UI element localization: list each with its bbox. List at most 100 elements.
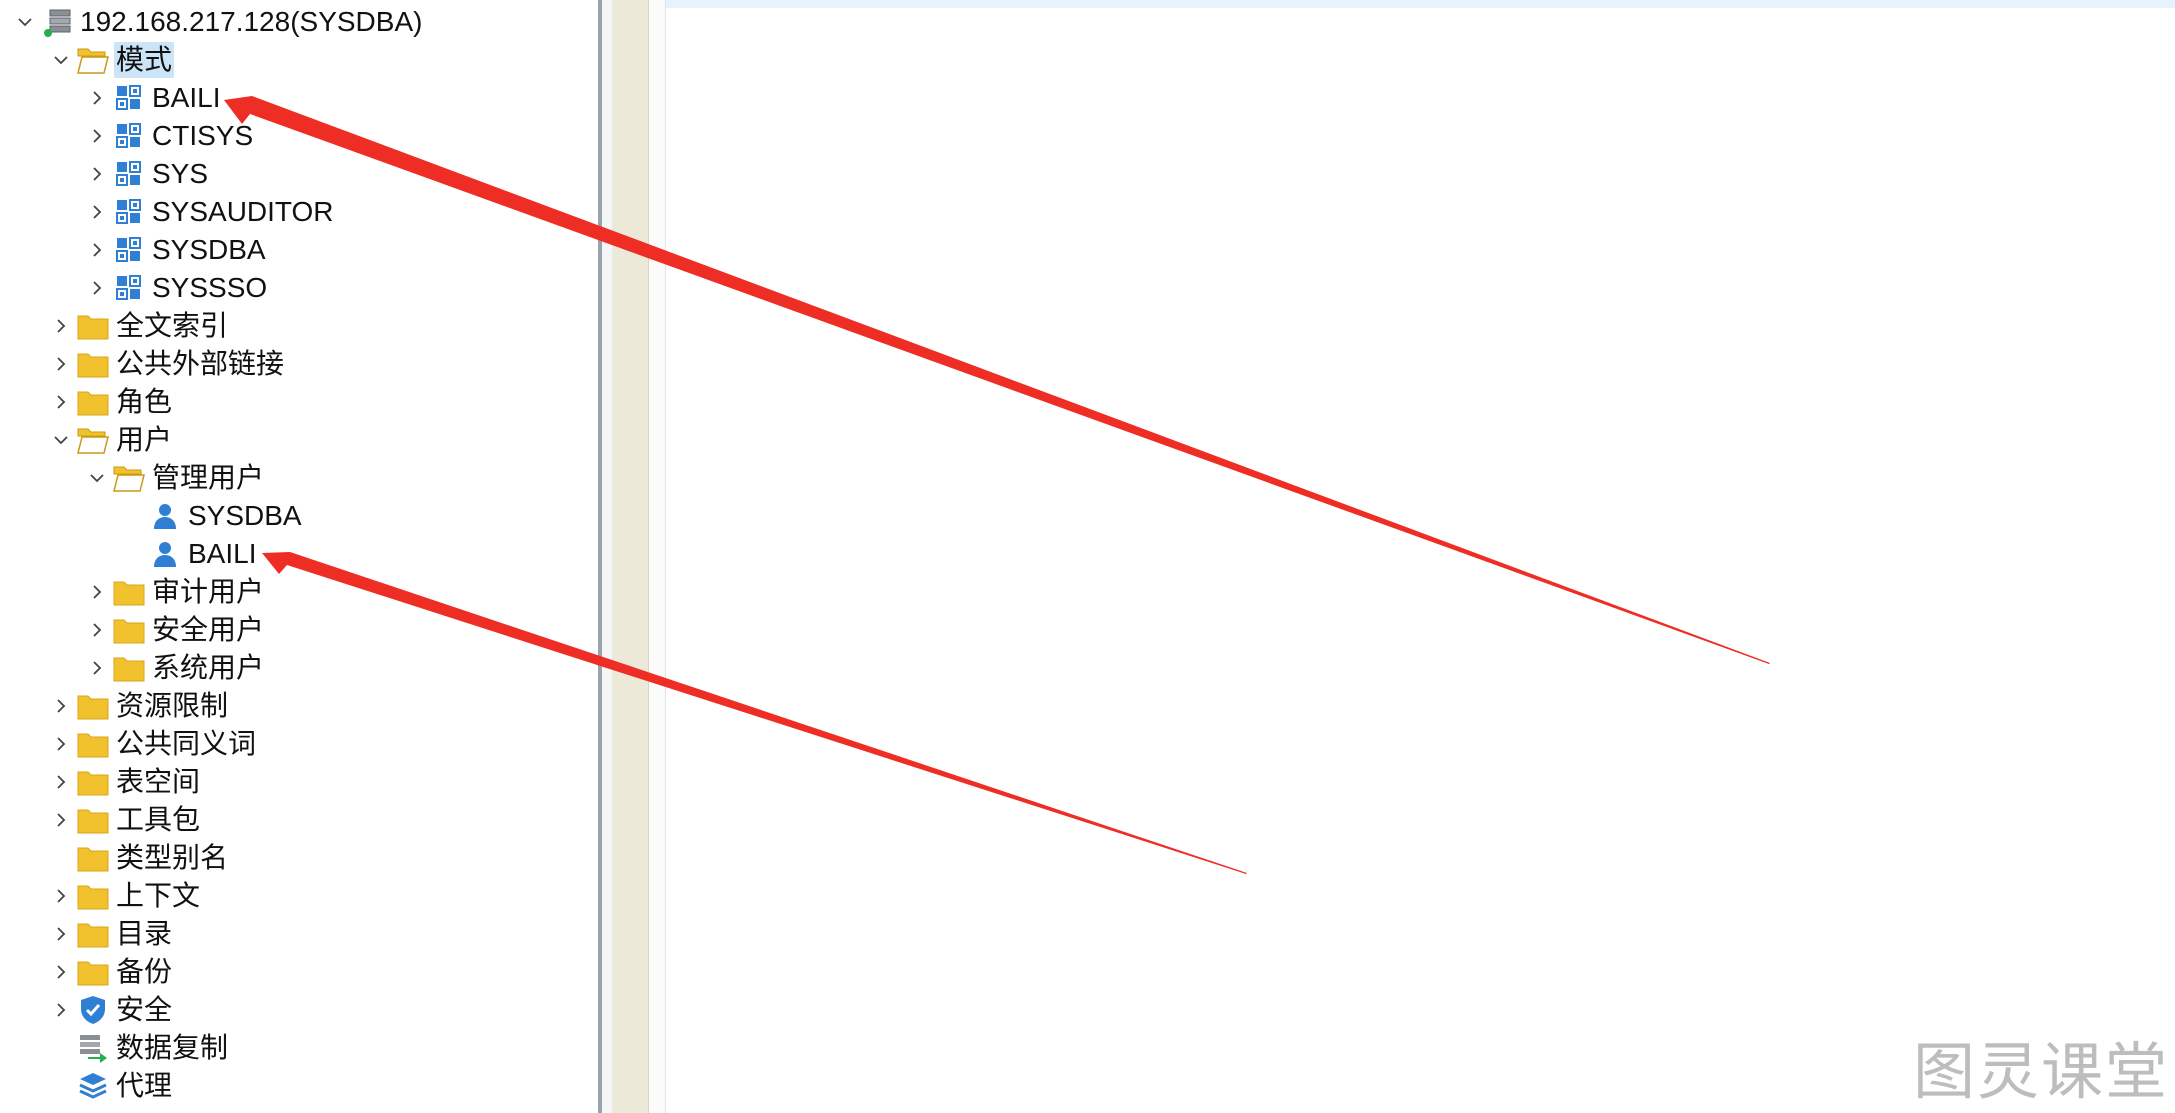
chevron-right-icon[interactable] (46, 346, 76, 382)
tree-node-contexts[interactable]: 上下文 (46, 878, 202, 914)
chevron-down-icon[interactable] (10, 4, 40, 40)
folder-icon (76, 308, 110, 344)
user-icon (148, 498, 182, 534)
folder-icon (112, 612, 146, 648)
tree-node-label: 安全 (116, 994, 173, 1025)
tree-node-label: 类型别名 (116, 842, 229, 873)
object-tree[interactable]: 192.168.217.128(SYSDBA) 模式 BAILI CTISYS … (0, 0, 598, 1113)
chevron-right-icon[interactable] (82, 270, 112, 306)
tree-node-resource-limits[interactable]: 资源限制 (46, 688, 230, 724)
chevron-right-icon[interactable] (46, 764, 76, 800)
tree-node-schema-sysauditor[interactable]: SYSAUDITOR (82, 194, 336, 230)
chevron-right-icon[interactable] (82, 118, 112, 154)
tree-node-admin-users[interactable]: 管理用户 (82, 460, 266, 496)
schema-icon (112, 118, 146, 154)
tree-node-label: 资源限制 (116, 690, 229, 721)
tree-node-label: 工具包 (116, 804, 201, 835)
folder-open-icon (76, 422, 110, 458)
chevron-right-icon[interactable] (46, 688, 76, 724)
folder-icon (76, 878, 110, 914)
chevron-down-icon[interactable] (82, 460, 112, 496)
tree-node-label: 表空间 (116, 766, 201, 797)
tree-node-audit-users[interactable]: 审计用户 (82, 574, 266, 610)
folder-icon (76, 384, 110, 420)
tree-node-label: CTISYS (152, 120, 254, 151)
schema-icon (112, 156, 146, 192)
chevron-right-icon[interactable] (82, 650, 112, 686)
chevron-right-icon[interactable] (82, 574, 112, 610)
tree-node-schemas[interactable]: 模式 (46, 42, 175, 78)
tree-node-label: 系统用户 (152, 652, 265, 683)
tree-node-user-baili[interactable]: BAILI (148, 536, 258, 572)
editor-current-line-highlight (666, 0, 2175, 8)
tree-node-system-users[interactable]: 系统用户 (82, 650, 266, 686)
tree-node-label: 192.168.217.128(SYSDBA) (80, 6, 423, 37)
tree-node-label: BAILI (188, 538, 257, 569)
chevron-right-icon[interactable] (46, 384, 76, 420)
tree-node-type-aliases[interactable]: 类型别名 (76, 840, 230, 876)
tree-node-label: 目录 (116, 918, 173, 949)
tree-node-label: 数据复制 (116, 1032, 229, 1063)
tree-node-label: 公共外部链接 (116, 348, 285, 379)
editor-fold-margin (649, 0, 666, 1113)
sql-editor-area[interactable] (666, 0, 2175, 1113)
tree-node-user-sysdba[interactable]: SYSDBA (148, 498, 304, 534)
chevron-down-icon[interactable] (46, 422, 76, 458)
tree-node-schema-baili[interactable]: BAILI (82, 80, 222, 116)
chevron-right-icon[interactable] (46, 878, 76, 914)
schema-icon (112, 232, 146, 268)
layers-icon (76, 1068, 110, 1104)
tree-node-schema-sysdba[interactable]: SYSDBA (82, 232, 268, 268)
chevron-right-icon[interactable] (82, 612, 112, 648)
schema-icon (112, 80, 146, 116)
tree-node-label: 用户 (116, 424, 173, 455)
chevron-right-icon[interactable] (46, 916, 76, 952)
schema-icon (112, 270, 146, 306)
folder-open-icon (112, 460, 146, 496)
tree-node-fulltext-index[interactable]: 全文索引 (46, 308, 230, 344)
chevron-right-icon[interactable] (82, 80, 112, 116)
tree-node-roles[interactable]: 角色 (46, 384, 174, 420)
tree-node-schema-sys[interactable]: SYS (82, 156, 210, 192)
tree-node-label: 上下文 (116, 880, 201, 911)
tree-node-label: 安全用户 (152, 614, 265, 645)
chevron-down-icon[interactable] (46, 42, 76, 78)
tree-node-security[interactable]: 安全 (46, 992, 174, 1028)
tree-node-tablespaces[interactable]: 表空间 (46, 764, 202, 800)
tree-node-public-db-links[interactable]: 公共外部链接 (46, 346, 286, 382)
tree-node-label: 备份 (116, 956, 173, 987)
chevron-right-icon[interactable] (46, 992, 76, 1028)
tree-node-backups[interactable]: 备份 (46, 954, 174, 990)
tree-node-label: SYSDBA (152, 234, 266, 265)
chevron-right-icon[interactable] (46, 954, 76, 990)
tree-node-label: BAILI (152, 82, 221, 113)
replication-icon (76, 1030, 110, 1066)
schema-icon (112, 194, 146, 230)
chevron-right-icon[interactable] (46, 802, 76, 838)
tree-node-agent[interactable]: 代理 (76, 1068, 174, 1104)
tree-node-replication[interactable]: 数据复制 (76, 1030, 230, 1066)
tree-node-label: 管理用户 (152, 462, 265, 493)
folder-icon (76, 802, 110, 838)
chevron-right-icon[interactable] (46, 726, 76, 762)
tree-node-schema-sysso[interactable]: SYSSSO (82, 270, 269, 306)
tree-node-label: 代理 (116, 1070, 173, 1101)
tree-node-security-users[interactable]: 安全用户 (82, 612, 266, 648)
tree-node-public-synonyms[interactable]: 公共同义词 (46, 726, 258, 762)
chevron-right-icon[interactable] (82, 156, 112, 192)
watermark: 图灵课堂 (1912, 1035, 2169, 1108)
folder-icon (76, 764, 110, 800)
splitter-gap (602, 0, 612, 1113)
chevron-right-icon[interactable] (82, 232, 112, 268)
tree-node-users[interactable]: 用户 (46, 422, 174, 458)
database-server-icon (40, 4, 74, 40)
tree-node-schema-ctisys[interactable]: CTISYS (82, 118, 255, 154)
chevron-right-icon[interactable] (46, 308, 76, 344)
tree-node-connection[interactable]: 192.168.217.128(SYSDBA) (10, 4, 424, 40)
tree-node-packages[interactable]: 工具包 (46, 802, 202, 838)
chevron-right-icon[interactable] (82, 194, 112, 230)
folder-icon (76, 954, 110, 990)
user-icon (148, 536, 182, 572)
tree-node-directories[interactable]: 目录 (46, 916, 174, 952)
shield-icon (76, 992, 110, 1028)
